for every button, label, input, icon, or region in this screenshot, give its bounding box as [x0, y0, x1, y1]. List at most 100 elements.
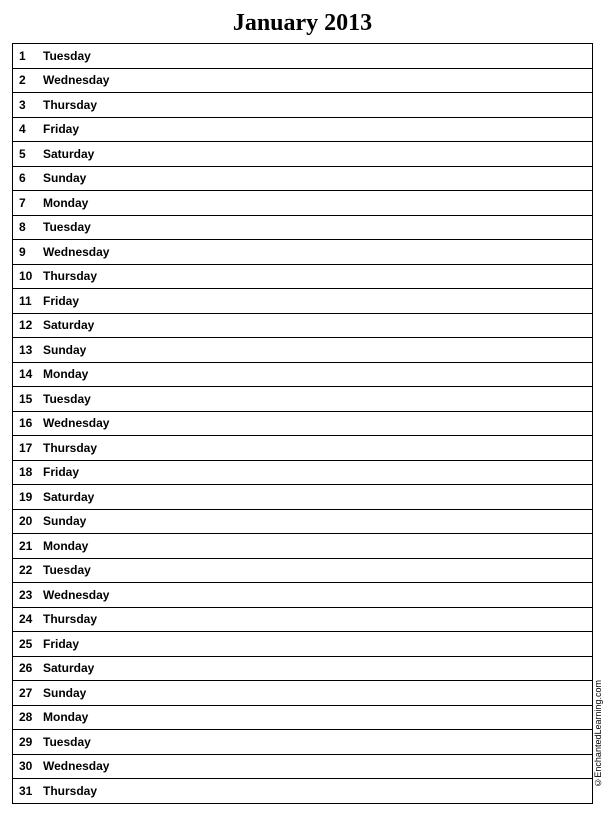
day-cell: 25Friday [13, 632, 593, 657]
day-number: 15 [13, 392, 39, 406]
day-cell: 31Thursday [13, 779, 593, 804]
day-name: Friday [39, 294, 79, 308]
table-row: 27Sunday [13, 681, 593, 706]
day-name: Tuesday [39, 563, 91, 577]
table-row: 18Friday [13, 460, 593, 485]
day-name: Thursday [39, 441, 97, 455]
day-number: 7 [13, 196, 39, 210]
day-cell: 10Thursday [13, 264, 593, 289]
day-cell: 3Thursday [13, 93, 593, 118]
table-row: 26Saturday [13, 656, 593, 681]
day-name: Wednesday [39, 416, 109, 430]
day-cell: 6Sunday [13, 166, 593, 191]
table-row: 20Sunday [13, 509, 593, 534]
day-cell: 11Friday [13, 289, 593, 314]
day-cell: 22Tuesday [13, 558, 593, 583]
table-row: 12Saturday [13, 313, 593, 338]
table-row: 29Tuesday [13, 730, 593, 755]
day-cell: 14Monday [13, 362, 593, 387]
table-row: 28Monday [13, 705, 593, 730]
day-cell: 29Tuesday [13, 730, 593, 755]
day-name: Wednesday [39, 73, 109, 87]
calendar-body: 1Tuesday2Wednesday3Thursday4Friday5Satur… [13, 44, 593, 804]
day-number: 14 [13, 367, 39, 381]
day-cell: 4Friday [13, 117, 593, 142]
day-name: Saturday [39, 490, 94, 504]
table-row: 17Thursday [13, 436, 593, 461]
day-cell: 30Wednesday [13, 754, 593, 779]
table-row: 5Saturday [13, 142, 593, 167]
day-name: Sunday [39, 514, 86, 528]
day-number: 22 [13, 563, 39, 577]
table-row: 21Monday [13, 534, 593, 559]
table-row: 14Monday [13, 362, 593, 387]
calendar-table: 1Tuesday2Wednesday3Thursday4Friday5Satur… [12, 43, 593, 804]
day-name: Thursday [39, 98, 97, 112]
day-cell: 24Thursday [13, 607, 593, 632]
table-row: 10Thursday [13, 264, 593, 289]
table-row: 31Thursday [13, 779, 593, 804]
day-cell: 5Saturday [13, 142, 593, 167]
day-cell: 1Tuesday [13, 44, 593, 69]
day-number: 2 [13, 73, 39, 87]
day-number: 9 [13, 245, 39, 259]
day-cell: 26Saturday [13, 656, 593, 681]
table-row: 6Sunday [13, 166, 593, 191]
day-number: 31 [13, 784, 39, 798]
table-row: 19Saturday [13, 485, 593, 510]
day-cell: 19Saturday [13, 485, 593, 510]
day-cell: 8Tuesday [13, 215, 593, 240]
day-cell: 17Thursday [13, 436, 593, 461]
day-number: 28 [13, 710, 39, 724]
day-number: 3 [13, 98, 39, 112]
table-row: 2Wednesday [13, 68, 593, 93]
copyright-text: ©EnchantedLearning.com [593, 680, 603, 788]
day-number: 16 [13, 416, 39, 430]
day-number: 30 [13, 759, 39, 773]
day-cell: 21Monday [13, 534, 593, 559]
day-name: Monday [39, 539, 88, 553]
table-row: 16Wednesday [13, 411, 593, 436]
day-cell: 28Monday [13, 705, 593, 730]
day-number: 26 [13, 661, 39, 675]
day-name: Wednesday [39, 588, 109, 602]
day-cell: 20Sunday [13, 509, 593, 534]
day-number: 20 [13, 514, 39, 528]
day-cell: 2Wednesday [13, 68, 593, 93]
day-number: 23 [13, 588, 39, 602]
day-cell: 27Sunday [13, 681, 593, 706]
day-number: 13 [13, 343, 39, 357]
day-name: Thursday [39, 269, 97, 283]
day-cell: 18Friday [13, 460, 593, 485]
day-number: 6 [13, 171, 39, 185]
table-row: 1Tuesday [13, 44, 593, 69]
day-number: 17 [13, 441, 39, 455]
day-name: Thursday [39, 784, 97, 798]
day-name: Monday [39, 367, 88, 381]
day-name: Tuesday [39, 220, 91, 234]
day-name: Monday [39, 196, 88, 210]
table-row: 7Monday [13, 191, 593, 216]
day-name: Sunday [39, 171, 86, 185]
day-number: 29 [13, 735, 39, 749]
day-name: Saturday [39, 318, 94, 332]
table-row: 4Friday [13, 117, 593, 142]
table-row: 25Friday [13, 632, 593, 657]
table-row: 23Wednesday [13, 583, 593, 608]
day-number: 1 [13, 49, 39, 63]
table-row: 30Wednesday [13, 754, 593, 779]
table-row: 3Thursday [13, 93, 593, 118]
table-row: 8Tuesday [13, 215, 593, 240]
day-number: 27 [13, 686, 39, 700]
day-name: Saturday [39, 147, 94, 161]
day-name: Tuesday [39, 49, 91, 63]
day-name: Saturday [39, 661, 94, 675]
day-name: Monday [39, 710, 88, 724]
day-number: 21 [13, 539, 39, 553]
day-cell: 16Wednesday [13, 411, 593, 436]
day-name: Tuesday [39, 735, 91, 749]
day-number: 24 [13, 612, 39, 626]
day-name: Wednesday [39, 759, 109, 773]
day-name: Wednesday [39, 245, 109, 259]
day-cell: 7Monday [13, 191, 593, 216]
